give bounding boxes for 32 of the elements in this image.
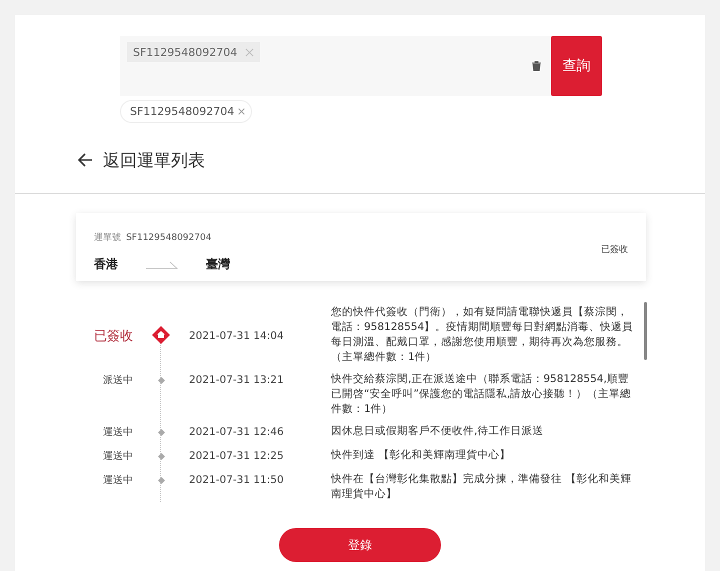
- event-description: 您的快件代簽收（門衛），如有疑問請電聯快遞員【蔡淙閔，電話：958128554】。疫情期間順豐每日對網點消毒、快遞員每日測溫、配戴口罩，感謝您使用順豐，期待再次為您服務。（主單總件數：1件）: [331, 305, 634, 365]
- event-status: 運送中: [102, 474, 133, 488]
- close-icon[interactable]: [238, 108, 246, 115]
- event-time: 2021-07-31 11:50: [189, 473, 285, 488]
- waybill-number: SF1129548092704: [126, 233, 212, 243]
- home-icon: [152, 326, 170, 344]
- close-icon[interactable]: [245, 48, 254, 56]
- event-time: 2021-07-31 12:25: [189, 449, 285, 464]
- search-field[interactable]: SF1129548092704 查詢: [120, 36, 602, 96]
- waybill-label: 運單號: [94, 233, 121, 243]
- origin-text: 香港: [94, 256, 118, 273]
- search-button[interactable]: 查詢: [551, 36, 602, 96]
- event-status: 派送中: [102, 374, 133, 388]
- event-description: 快件交給蔡淙閔,正在派送途中（聯系電話：958128554,順豐已開啓“安全呼叫”保護您的電話隱私,請放心接聽！）（主單總件數：1件）: [331, 372, 632, 417]
- login-button[interactable]: 登錄: [279, 528, 441, 562]
- search-tag: SF1129548092704: [127, 42, 260, 62]
- waybill-status: 已簽收: [601, 244, 628, 256]
- back-link[interactable]: 返回運單列表: [103, 148, 205, 172]
- trash-icon[interactable]: [532, 61, 541, 71]
- event-status: 運送中: [102, 426, 133, 440]
- history-chip[interactable]: SF1129548092704: [120, 100, 252, 123]
- event-time: 2021-07-31 12:46: [189, 425, 285, 440]
- event-description: 快件在【台灣彰化集散點】完成分揀，準備發往 【彰化和美輝南理貨中心】: [331, 472, 632, 502]
- destination-text: 臺灣: [206, 256, 230, 273]
- event-time: 2021-07-31 14:04: [189, 329, 285, 344]
- event-time: 2021-07-31 13:21: [189, 373, 285, 388]
- event-description: 因休息日或假期客戶不便收件,待工作日派送: [331, 424, 544, 439]
- scrollbar[interactable]: [644, 302, 647, 360]
- event-status: 已簽收: [93, 328, 133, 345]
- back-arrow-icon[interactable]: [77, 153, 93, 167]
- event-description: 快件到達 【彰化和美輝南理貨中心】: [331, 448, 512, 463]
- event-status: 運送中: [102, 450, 133, 464]
